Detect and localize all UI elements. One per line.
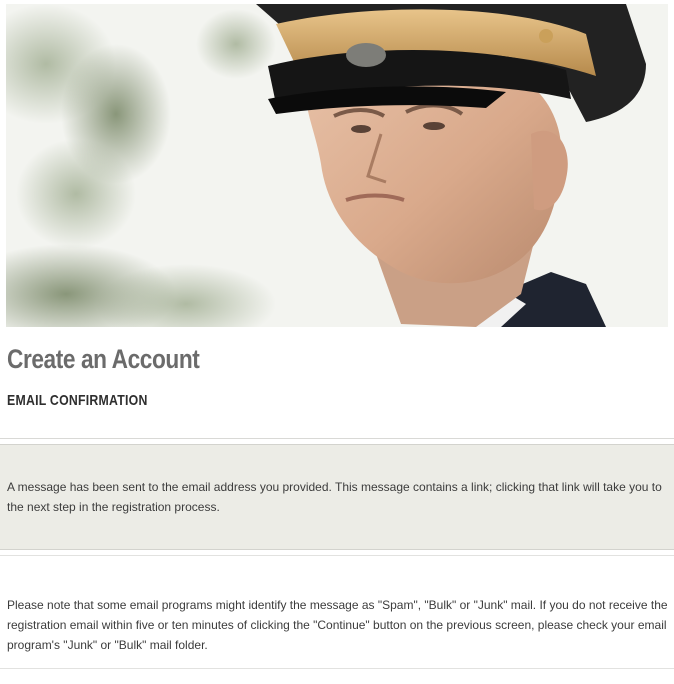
divider [0, 438, 674, 439]
notice-text: A message has been sent to the email add… [7, 480, 662, 514]
confirmation-notice: A message has been sent to the email add… [0, 444, 674, 550]
spam-note: Please note that some email programs mig… [0, 555, 674, 669]
note-text: Please note that some email programs mig… [7, 598, 668, 652]
page-title: Create an Account [7, 344, 200, 374]
section-heading: EMAIL CONFIRMATION [7, 392, 148, 409]
hero-image [6, 4, 668, 327]
officer-portrait-illustration [6, 4, 668, 327]
